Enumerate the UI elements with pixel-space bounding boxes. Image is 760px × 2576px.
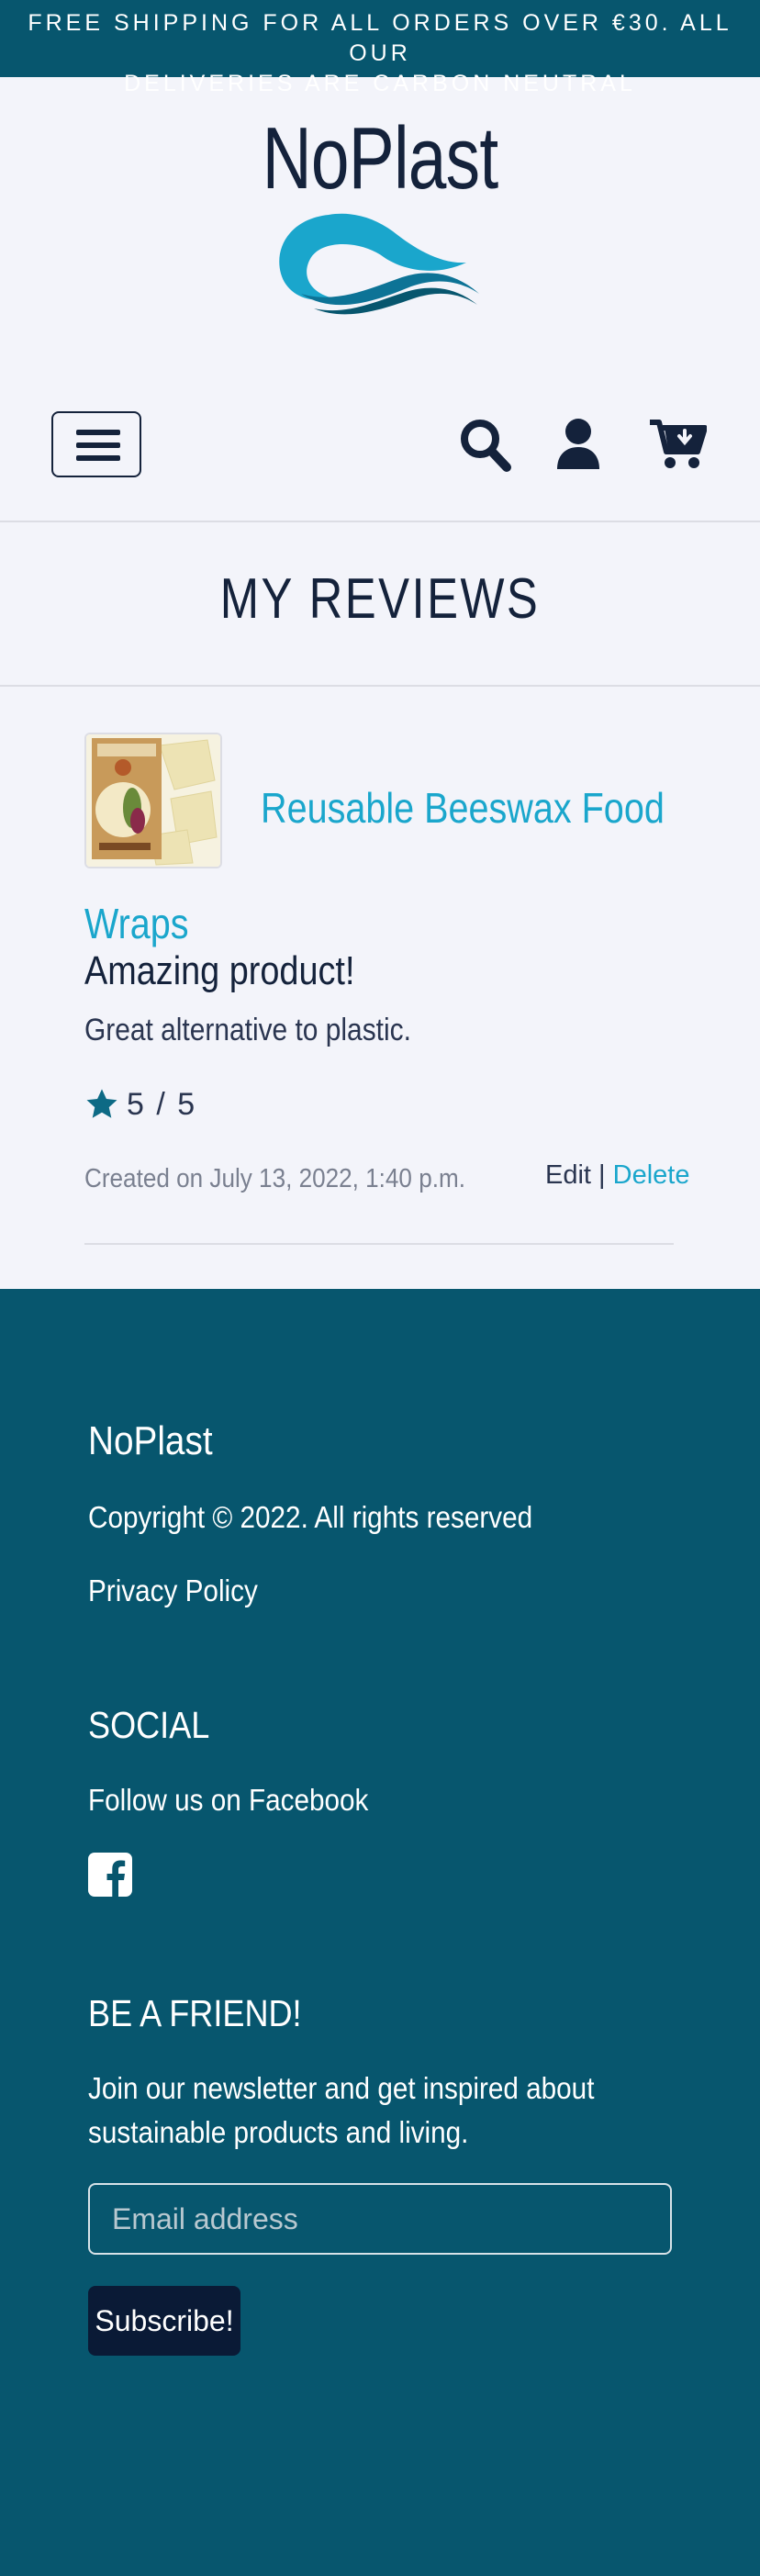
footer: NoPlast Copyright © 2022. All rights res… (0, 1289, 760, 2576)
review-actions: Edit | Delete (545, 1155, 689, 1195)
product-name-line-2[interactable]: Wraps (84, 900, 189, 947)
follow-facebook-text: Follow us on Facebook (88, 1783, 369, 1817)
cart-icon[interactable] (648, 417, 707, 472)
email-input[interactable] (88, 2183, 672, 2255)
rating-value: 5 / 5 (127, 1087, 197, 1122)
wave-logo-icon[interactable] (274, 209, 483, 318)
review-title: Amazing product! (84, 948, 355, 993)
product-thumbnail[interactable] (84, 733, 222, 868)
shipping-banner: FREE SHIPPING FOR ALL ORDERS OVER €30. A… (0, 0, 760, 96)
user-icon[interactable] (555, 418, 601, 471)
product-name-link[interactable]: Reusable Beeswax Food (261, 782, 665, 834)
copyright-text: Copyright © 2022. All rights reserved (88, 1500, 533, 1534)
search-icon[interactable] (459, 418, 512, 473)
footer-brand: NoPlast (88, 1418, 213, 1463)
menu-icon-bar (76, 455, 120, 461)
product-name-line-1[interactable]: Reusable Beeswax Food (261, 784, 665, 832)
title-divider (0, 685, 760, 687)
newsletter-text-line-1: Join our newsletter and get inspired abo… (88, 2071, 595, 2105)
menu-icon-bar (76, 430, 120, 435)
banner-line-1: FREE SHIPPING FOR ALL ORDERS OVER €30. A… (28, 10, 732, 66)
beeswax-wraps-image (86, 734, 220, 867)
menu-toggle-button[interactable] (51, 411, 141, 477)
star-icon (86, 1089, 117, 1118)
edit-link[interactable]: Edit (545, 1160, 591, 1190)
privacy-policy-link[interactable]: Privacy Policy (88, 1570, 258, 1612)
delete-link[interactable]: Delete (613, 1160, 690, 1190)
review-divider (84, 1243, 674, 1245)
header-divider (0, 521, 760, 522)
created-timestamp: Created on July 13, 2022, 1:40 p.m. (84, 1164, 465, 1193)
subscribe-button[interactable]: Subscribe! (88, 2286, 240, 2356)
social-heading: SOCIAL (88, 1704, 210, 1746)
friend-heading: BE A FRIEND! (88, 1992, 302, 2034)
action-separator: | (598, 1160, 606, 1190)
menu-icon-bar (76, 442, 120, 448)
newsletter-text-line-2: sustainable products and living. (88, 2115, 469, 2149)
brand-logo-text[interactable]: NoPlast (84, 108, 676, 209)
product-name-link-continued[interactable]: Wraps (84, 898, 189, 949)
facebook-icon[interactable] (88, 1853, 132, 1897)
page-title: MY REVIEWS (219, 567, 541, 631)
banner-line-2: DELIVERIES ARE CARBON NEUTRAL (124, 71, 636, 96)
review-body: Great alternative to plastic. (84, 1013, 411, 1047)
